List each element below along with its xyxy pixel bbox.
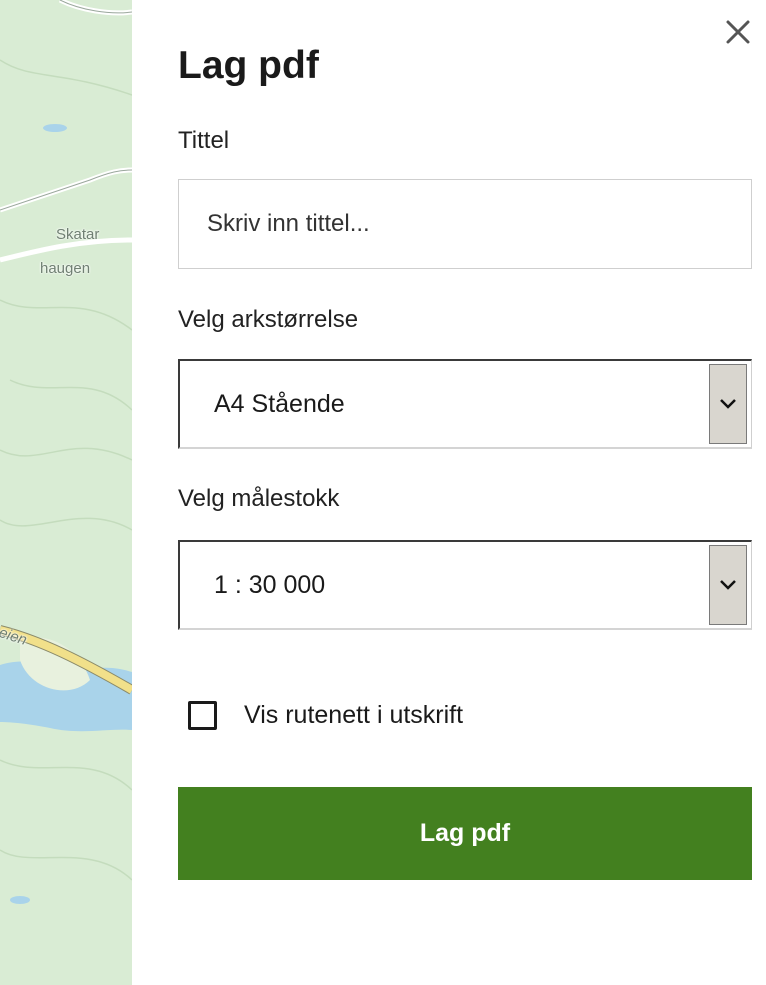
- grid-checkbox-row[interactable]: Vis rutenett i utskrift: [188, 695, 463, 735]
- map-view[interactable]: Skatar haugen eien: [0, 0, 133, 985]
- map-label: haugen: [40, 260, 91, 277]
- paper-size-select[interactable]: A4 Stående: [178, 359, 752, 449]
- scale-select[interactable]: 1 : 30 000: [178, 540, 752, 630]
- grid-checkbox[interactable]: [188, 700, 217, 730]
- paper-size-dropdown-button[interactable]: [709, 364, 747, 444]
- paper-size-value: A4 Stående: [214, 390, 345, 418]
- title-field-label: Tittel: [178, 127, 230, 154]
- grid-checkbox-label[interactable]: Vis rutenett i utskrift: [244, 701, 463, 730]
- chevron-down-icon: [720, 399, 736, 409]
- scale-dropdown-button[interactable]: [709, 545, 747, 625]
- scale-value: 1 : 30 000: [214, 571, 326, 599]
- title-input[interactable]: [178, 179, 752, 269]
- map-label: Skatar: [56, 226, 100, 243]
- print-dialog: Lag pdf Tittel Velg arkstørrelse A4 Ståe…: [132, 0, 766, 985]
- chevron-down-icon: [720, 580, 736, 590]
- dialog-title: Lag pdf: [178, 44, 319, 87]
- close-button[interactable]: [716, 10, 760, 54]
- map-graphics: [0, 0, 132, 904]
- scale-label: Velg målestokk: [178, 485, 340, 512]
- close-icon: [726, 20, 750, 44]
- create-pdf-button[interactable]: Lag pdf: [178, 787, 752, 880]
- paper-size-label: Velg arkstørrelse: [178, 306, 359, 333]
